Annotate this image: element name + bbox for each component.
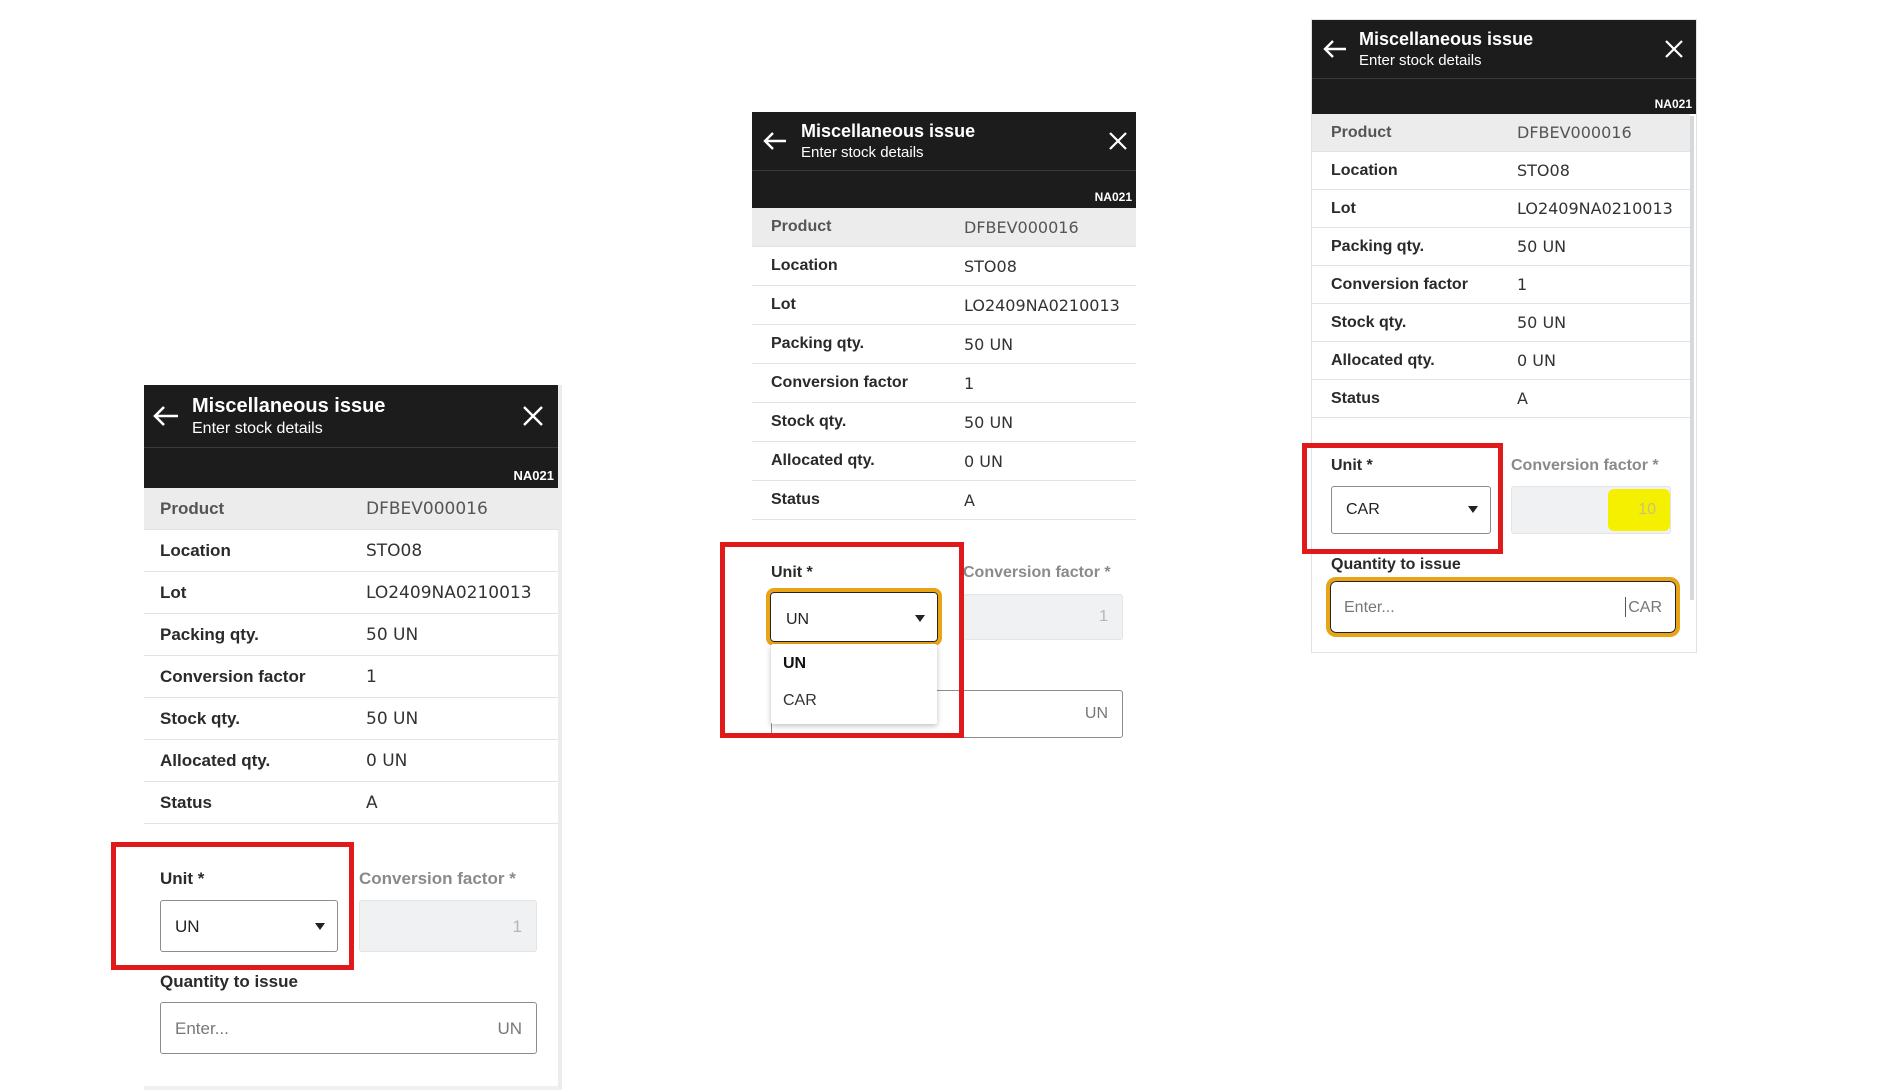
detail-row-allocated-qty: Allocated qty. 0 UN	[1312, 342, 1690, 380]
highlight-box-unit	[111, 842, 354, 970]
detail-row-product: Product DFBEV000016	[144, 488, 558, 530]
detail-row-product: Product DFBEV000016	[1312, 114, 1690, 152]
highlight-box-unit-car	[1302, 443, 1503, 554]
conversion-factor-label: Conversion factor *	[963, 564, 1111, 581]
close-icon[interactable]	[1108, 131, 1128, 156]
site-code: NA021	[1094, 190, 1132, 204]
app-header: Miscellaneous issue Enter stock details	[1312, 20, 1696, 78]
app-header: Miscellaneous issue Enter stock details	[752, 112, 1136, 170]
detail-row-location: Location STO08	[752, 247, 1136, 286]
detail-row-allocated-qty: Allocated qty. 0 UN	[144, 740, 558, 782]
details-list: Product DFBEV000016 Location STO08 Lot L…	[752, 208, 1136, 520]
conversion-factor-field: 1	[963, 594, 1123, 640]
conversion-factor-label: Conversion factor *	[359, 869, 516, 888]
details-list: Product DFBEV000016 Location STO08 Lot L…	[1312, 114, 1690, 418]
quantity-input[interactable]: Enter... UN	[160, 1002, 537, 1054]
app-header: Miscellaneous issue Enter stock details	[144, 385, 558, 447]
site-code: NA021	[1654, 97, 1692, 111]
detail-row-stock-qty: Stock qty. 50 UN	[144, 698, 558, 740]
detail-row-stock-qty: Stock qty. 50 UN	[752, 403, 1136, 442]
page-title: Miscellaneous issue	[801, 121, 976, 141]
detail-row-allocated-qty: Allocated qty. 0 UN	[752, 442, 1136, 481]
panel-car-selected: Miscellaneous issue Enter stock details …	[1311, 19, 1697, 653]
arrow-left-icon[interactable]	[152, 405, 180, 432]
site-bar: NA021	[144, 447, 558, 488]
quantity-label: Quantity to issue	[160, 972, 298, 991]
detail-row-stock-qty: Stock qty. 50 UN	[1312, 304, 1690, 342]
arrow-left-icon[interactable]	[762, 131, 788, 156]
highlight-box-dropdown	[720, 542, 964, 738]
details-list: Product DFBEV000016 Location STO08 Lot L…	[144, 488, 558, 824]
detail-row-conversion-factor: Conversion factor 1	[752, 364, 1136, 403]
page-title: Miscellaneous issue	[192, 395, 386, 417]
detail-row-conversion-factor: Conversion factor 1	[144, 656, 558, 698]
panel-initial-state: Miscellaneous issue Enter stock details …	[144, 385, 562, 1090]
conversion-factor-field: 1	[359, 900, 537, 952]
page-title: Miscellaneous issue	[1359, 29, 1534, 49]
detail-row-location: Location STO08	[144, 530, 558, 572]
detail-row-lot: Lot LO2409NA0210013	[1312, 190, 1690, 228]
arrow-left-icon[interactable]	[1322, 39, 1348, 64]
site-bar: NA021	[752, 170, 1136, 208]
page-subtitle: Enter stock details	[1359, 52, 1482, 69]
conversion-factor-label: Conversion factor *	[1511, 457, 1659, 474]
scrollbar[interactable]	[1690, 116, 1694, 600]
page-subtitle: Enter stock details	[801, 144, 924, 161]
detail-row-lot: Lot LO2409NA0210013	[144, 572, 558, 614]
site-code: NA021	[513, 468, 554, 483]
detail-row-conversion-factor: Conversion factor 1	[1312, 266, 1690, 304]
close-icon[interactable]	[1664, 39, 1684, 64]
conversion-factor-field: 10	[1511, 486, 1671, 534]
detail-row-status: Status A	[1312, 380, 1690, 418]
detail-row-product: Product DFBEV000016	[752, 208, 1136, 247]
detail-row-status: Status A	[144, 782, 558, 824]
close-icon[interactable]	[522, 405, 544, 432]
detail-row-status: Status A	[752, 481, 1136, 520]
page-subtitle: Enter stock details	[192, 420, 323, 437]
quantity-input[interactable]: Enter... CAR	[1326, 577, 1680, 637]
detail-row-location: Location STO08	[1312, 152, 1690, 190]
detail-row-packing-qty: Packing qty. 50 UN	[144, 614, 558, 656]
detail-row-lot: Lot LO2409NA0210013	[752, 286, 1136, 325]
site-bar: NA021	[1312, 78, 1696, 114]
detail-row-packing-qty: Packing qty. 50 UN	[1312, 228, 1690, 266]
detail-row-packing-qty: Packing qty. 50 UN	[752, 325, 1136, 364]
quantity-label: Quantity to issue	[1331, 556, 1461, 573]
text-cursor	[1625, 597, 1626, 617]
